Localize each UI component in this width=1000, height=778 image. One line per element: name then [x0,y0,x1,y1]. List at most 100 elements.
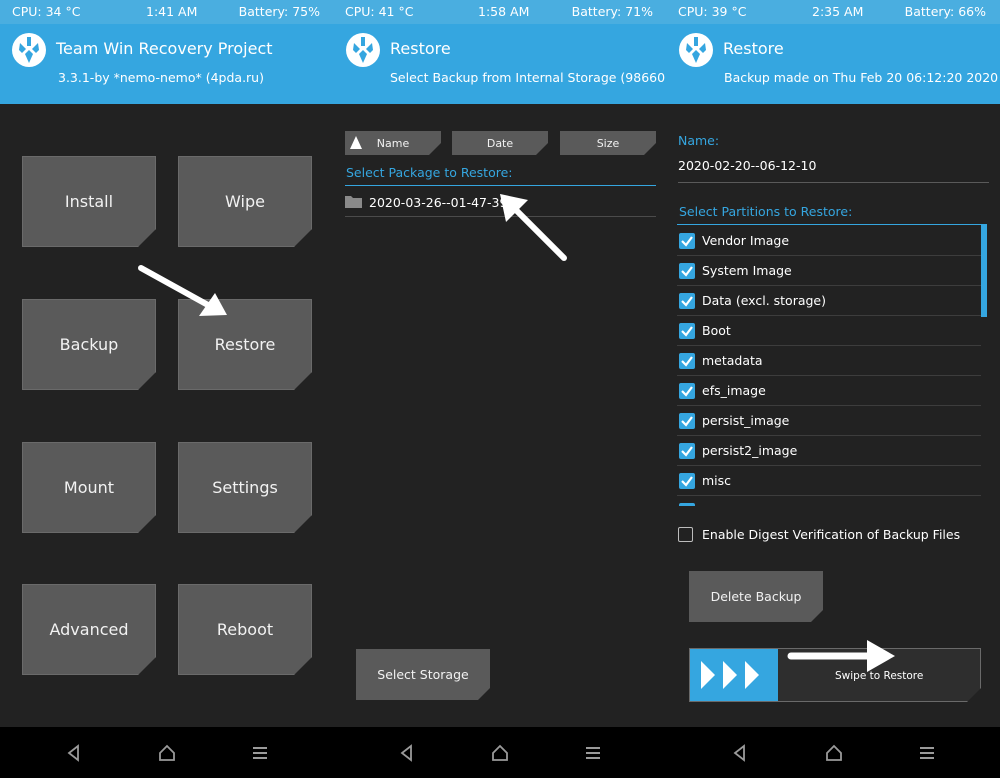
checkbox-checked-icon[interactable] [679,383,695,399]
partition-label: Boot [702,323,731,338]
menu-icon[interactable] [917,743,937,763]
partitions-label: Select Partitions to Restore: [679,204,853,219]
checkbox-unchecked-icon[interactable] [678,527,693,542]
package-list-label: Select Package to Restore: [346,165,513,180]
clock: 1:58 AM [478,4,530,19]
sort-size-label: Size [596,136,620,150]
checkbox-checked-icon[interactable] [679,473,695,489]
checkbox-checked-icon[interactable] [679,323,695,339]
partition-item[interactable]: System Image [677,256,981,286]
twrp-logo-icon [12,33,46,67]
checkbox-checked-icon[interactable] [679,263,695,279]
partition-label: metadata [702,353,763,368]
delete-backup-button[interactable]: Delete Backup [689,571,823,622]
menu-icon[interactable] [250,743,270,763]
storage-subtitle: Select Backup from Internal Storage (986… [390,70,667,85]
battery-level: Battery: 71% [571,4,653,19]
restore-label: Restore [214,335,276,354]
mount-label: Mount [63,478,115,497]
advanced-button[interactable]: Advanced [22,584,156,675]
backup-button[interactable]: Backup [22,299,156,390]
status-bar: CPU: 41 °C 1:58 AM Battery: 71% [334,0,667,24]
nav-bar [667,727,1000,778]
partition-label: Vendor Image [702,233,790,248]
battery-level: Battery: 75% [238,4,320,19]
settings-button[interactable]: Settings [178,442,312,533]
swipe-handle[interactable] [690,649,778,701]
twrp-logo-icon [346,33,380,67]
partition-label: System Image [702,263,792,278]
partition-label: misc [702,473,732,488]
partition-list[interactable]: Vendor Image System Image Data (excl. st… [667,224,1000,506]
partition-label: Data (excl. storage) [702,293,826,308]
install-label: Install [64,192,114,211]
list-scrollbar[interactable] [981,224,987,317]
back-icon[interactable] [397,743,417,763]
partition-item[interactable]: Vendor Image [677,226,981,256]
advanced-label: Advanced [49,620,129,639]
checkbox-checked-icon[interactable] [679,413,695,429]
cpu-temp: CPU: 34 °C [12,4,81,19]
checkbox-checked-icon[interactable] [679,353,695,369]
home-icon[interactable] [824,743,844,763]
digest-verification-option[interactable]: Enable Digest Verification of Backup Fil… [678,524,988,546]
wipe-label: Wipe [225,192,265,211]
partition-item[interactable]: Data (excl. storage) [677,286,981,316]
app-header: Team Win Recovery Project 3.3.1-by *nemo… [0,24,334,104]
select-storage-label: Select Storage [377,667,469,682]
delete-backup-label: Delete Backup [710,589,802,604]
backup-date-subtitle: Backup made on Thu Feb 20 06:12:20 2020 [724,70,999,85]
list-top-divider [677,224,983,225]
partition-item[interactable]: metadata [677,346,981,376]
checkbox-checked-icon[interactable] [679,233,695,249]
wipe-button[interactable]: Wipe [178,156,312,247]
app-header: Restore Select Backup from Internal Stor… [334,24,667,104]
select-storage-button[interactable]: Select Storage [356,649,490,700]
back-icon[interactable] [730,743,750,763]
backup-name-field[interactable]: 2020-02-20--06-12-10 [678,158,816,173]
partition-item[interactable]: persist2_image [677,436,981,466]
sort-by-size-button[interactable]: Size [560,131,656,155]
main-menu-screen: CPU: 34 °C 1:41 AM Battery: 75% Team Win… [0,0,334,778]
reboot-button[interactable]: Reboot [178,584,312,675]
sort-name-label: Name [376,136,410,150]
back-icon[interactable] [64,743,84,763]
backup-label: Backup [59,335,119,354]
restore-options-screen: CPU: 39 °C 2:35 AM Battery: 66% Restore … [667,0,1000,778]
list-header-divider [345,185,656,186]
list-divider [345,216,656,217]
status-bar: CPU: 34 °C 1:41 AM Battery: 75% [0,0,334,24]
version-subtitle: 3.3.1-by *nemo-nemo* (4pda.ru) [58,70,264,85]
restore-button[interactable]: Restore [178,299,312,390]
restore-select-screen: CPU: 41 °C 1:58 AM Battery: 71% Restore … [334,0,667,778]
mount-button[interactable]: Mount [22,442,156,533]
partition-item-partial[interactable] [677,496,981,506]
partition-item[interactable]: persist_image [677,406,981,436]
home-icon[interactable] [157,743,177,763]
sort-ascending-icon [349,135,363,150]
sort-by-name-button[interactable]: Name [345,131,441,155]
sort-by-date-button[interactable]: Date [452,131,548,155]
cpu-temp: CPU: 39 °C [678,4,747,19]
battery-level: Battery: 66% [904,4,986,19]
partition-label: efs_image [702,383,766,398]
clock: 1:41 AM [146,4,198,19]
partition-item[interactable]: Boot [677,316,981,346]
partition-item[interactable]: efs_image [677,376,981,406]
package-list-item[interactable]: 2020-03-26--01-47-39 [345,188,656,216]
page-title: Restore [723,39,784,58]
twrp-logo-icon [679,33,713,67]
checkbox-checked-icon[interactable] [679,293,695,309]
menu-icon[interactable] [583,743,603,763]
home-icon[interactable] [490,743,510,763]
swipe-to-restore-slider[interactable]: Swipe to Restore [689,648,981,702]
partition-label: persist2_image [702,443,798,458]
checkbox-checked-icon[interactable] [679,503,695,506]
install-button[interactable]: Install [22,156,156,247]
triple-chevron-icon [690,649,778,701]
digest-verification-label: Enable Digest Verification of Backup Fil… [702,527,961,542]
settings-label: Settings [212,478,278,497]
partition-item[interactable]: misc [677,466,981,496]
checkbox-checked-icon[interactable] [679,443,695,459]
name-label: Name: [678,133,720,148]
